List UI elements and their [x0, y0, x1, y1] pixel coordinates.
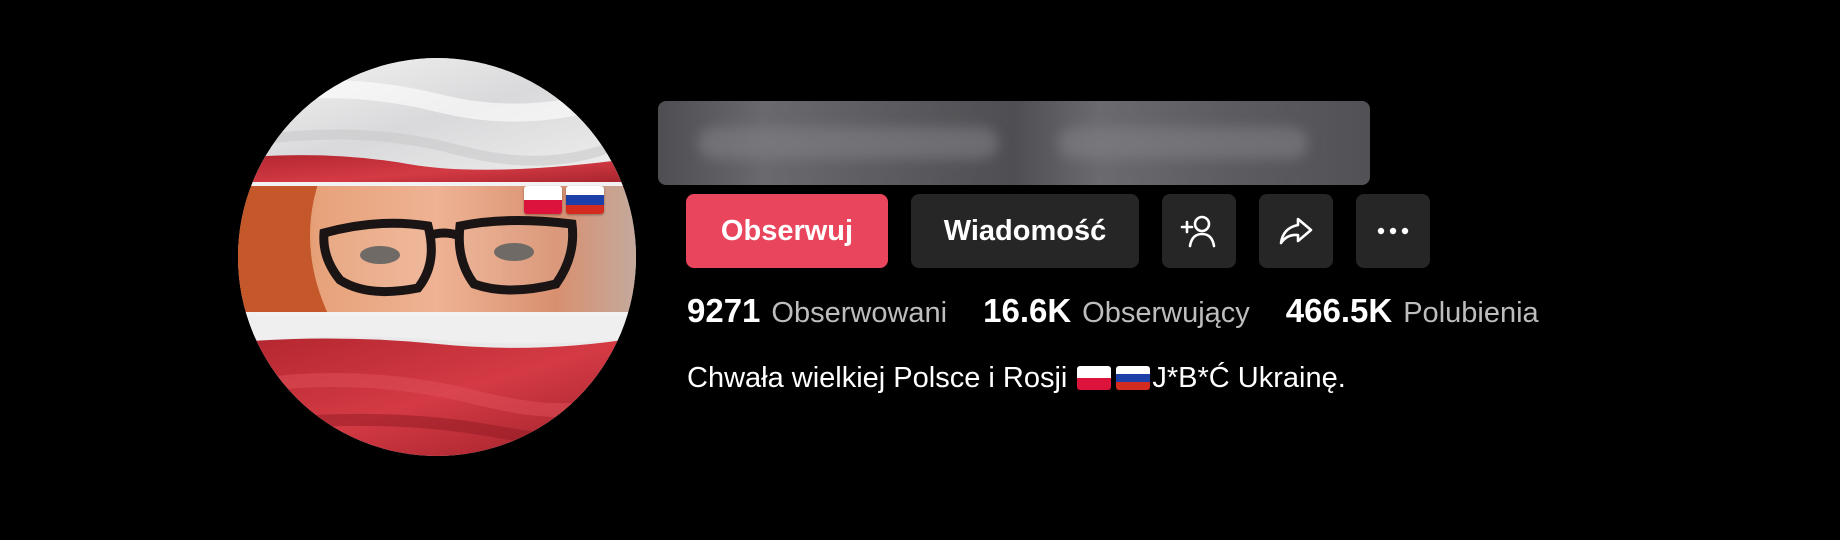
- message-button[interactable]: Wiadomość: [911, 194, 1139, 268]
- share-icon: [1279, 217, 1313, 245]
- stat-following[interactable]: 9271 Obserwowani: [687, 292, 947, 330]
- profile-avatar[interactable]: [238, 58, 636, 456]
- follow-button[interactable]: Obserwuj: [686, 194, 888, 268]
- russia-flag-icon: [1116, 366, 1151, 390]
- username-redacted: [658, 101, 1370, 185]
- stat-label: Polubienia: [1403, 297, 1539, 329]
- poland-flag-icon: [1077, 366, 1112, 390]
- follow-button-label: Obserwuj: [720, 214, 854, 247]
- russia-flag-icon: [566, 186, 604, 214]
- more-options-button[interactable]: [1356, 194, 1430, 268]
- bio-text-before: Chwała wielkiej Polsce i Rosji: [687, 361, 1068, 394]
- avatar-image: [238, 58, 636, 456]
- add-user-icon: [1180, 215, 1216, 248]
- message-button-label: Wiadomość: [943, 214, 1107, 247]
- stat-value: 9271: [687, 292, 761, 329]
- stat-value: 16.6K: [983, 292, 1072, 329]
- add-friend-button[interactable]: [1162, 194, 1236, 268]
- profile-stats: 9271 Obserwowani 16.6K Obserwujący 466.5…: [687, 292, 1575, 336]
- bio-text-after: J*B*Ć Ukrainę.: [1152, 361, 1346, 394]
- more-icon: [1377, 227, 1409, 235]
- poland-flag-icon: [524, 186, 562, 214]
- stat-label: Obserwowani: [771, 297, 948, 329]
- share-button[interactable]: [1259, 194, 1333, 268]
- stat-value: 466.5K: [1285, 292, 1393, 329]
- stat-followers[interactable]: 16.6K Obserwujący: [983, 292, 1250, 330]
- profile-bio: Chwała wielkiej Polsce i Rosji J*B*Ć Ukr…: [687, 358, 1346, 398]
- stat-likes: 466.5K Polubienia: [1286, 292, 1539, 330]
- stat-label: Obserwujący: [1082, 297, 1250, 329]
- avatar-flags: [524, 186, 604, 214]
- bio-flags: [1077, 366, 1151, 390]
